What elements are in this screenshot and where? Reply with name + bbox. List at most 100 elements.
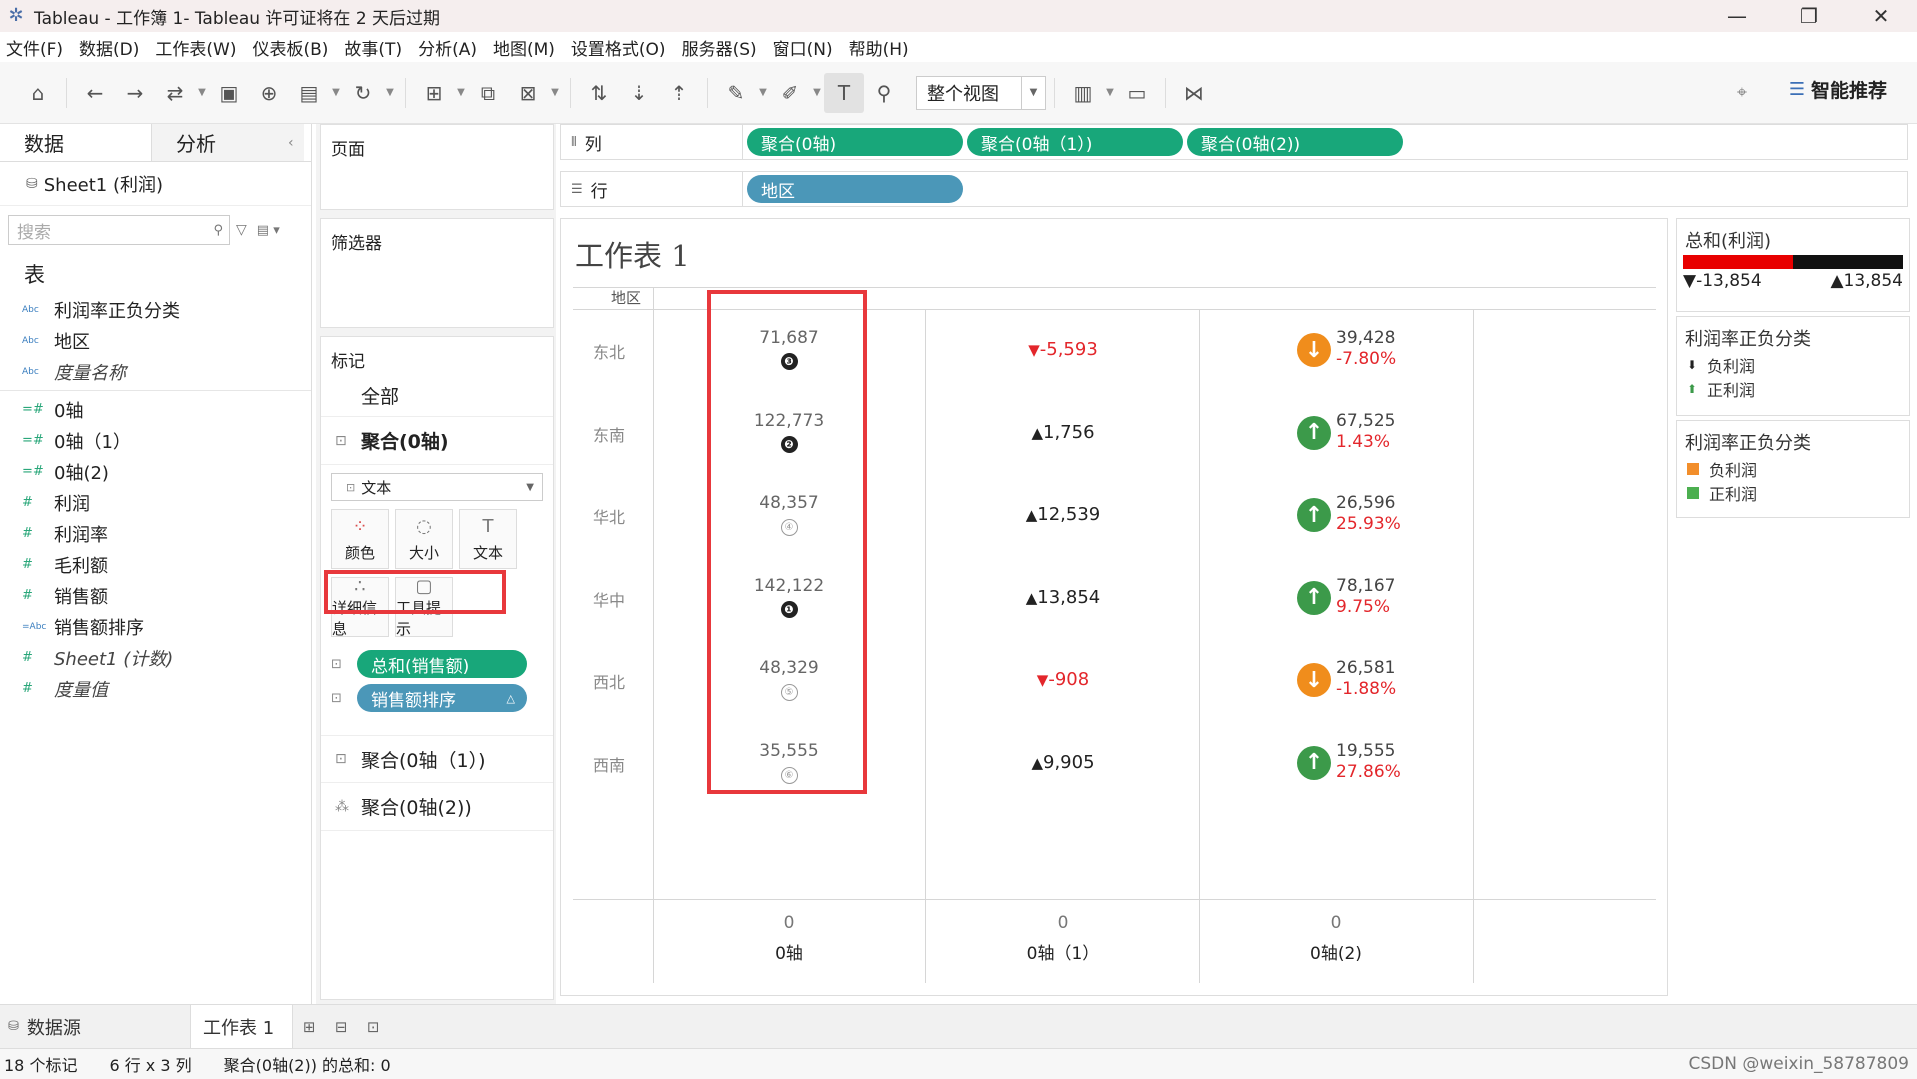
new-sheet-icon[interactable]: ⊞ <box>414 73 454 113</box>
chevron-down-icon[interactable]: ▼ <box>329 87 343 98</box>
highlight-icon[interactable]: ✎ <box>716 73 756 113</box>
shape-legend-item[interactable]: ⬆ 正利润 <box>1677 377 1909 401</box>
chevron-down-icon[interactable]: ▼ <box>454 87 468 98</box>
refresh-icon[interactable]: ↻ <box>343 73 383 113</box>
field-item[interactable]: # 销售额 <box>0 580 311 611</box>
chevron-down-icon[interactable]: ▼ <box>1103 87 1117 98</box>
menu-dashboard[interactable]: 仪表板(B) <box>252 35 328 60</box>
maximize-button[interactable]: ❐ <box>1773 0 1845 32</box>
show-me-button[interactable]: ☰ 智能推荐 <box>1789 76 1887 103</box>
pages-shelf[interactable]: 页面 <box>320 124 554 210</box>
filters-shelf[interactable]: 筛选器 <box>320 218 554 328</box>
new-dashboard-icon[interactable]: ⊟ <box>325 1018 357 1036</box>
new-story-icon[interactable]: ⊡ <box>357 1018 389 1036</box>
tab-data[interactable]: 数据 <box>0 124 152 161</box>
sum-sales-pill[interactable]: 总和(销售额) <box>357 650 527 678</box>
rows-shelf[interactable]: ☰ 行 地区 <box>560 171 1908 207</box>
minimize-button[interactable]: — <box>1701 0 1773 32</box>
chevron-down-icon[interactable]: ▼ <box>756 87 770 98</box>
size-button[interactable]: ◌ 大小 <box>395 509 453 569</box>
menu-server[interactable]: 服务器(S) <box>682 35 757 60</box>
chevron-down-icon[interactable]: ▼ <box>810 87 824 98</box>
share-icon[interactable]: ⋈ <box>1174 73 1214 113</box>
chevron-down-icon[interactable]: ▼ <box>195 87 209 98</box>
redo-icon[interactable]: → <box>115 73 155 113</box>
presentation-icon[interactable]: ▭ <box>1117 73 1157 113</box>
field-item[interactable]: Abc 度量名称 <box>0 356 311 387</box>
undo-icon[interactable]: ← <box>75 73 115 113</box>
color-legend-item[interactable]: 负利润 <box>1677 457 1909 481</box>
datasource-item[interactable]: ⛁ Sheet1 (利润) <box>0 162 311 206</box>
menu-story[interactable]: 故事(T) <box>344 35 402 60</box>
field-item[interactable]: =# 0轴（1） <box>0 425 311 456</box>
menu-window[interactable]: 窗口(N) <box>773 35 833 60</box>
field-item[interactable]: =Abc 销售额排序 <box>0 611 311 642</box>
profit-color-ramp <box>1683 255 1903 269</box>
fit-dropdown[interactable]: 整个视图 ▼ <box>916 75 1046 110</box>
worksheet-title[interactable]: 工作表 1 <box>575 233 690 275</box>
profit-color-legend[interactable]: 总和(利润) ▼-13,854 ▲13,854 <box>1676 218 1910 312</box>
collapse-icon[interactable]: ‹ <box>288 135 296 151</box>
color-button[interactable]: ⁘ 颜色 <box>331 509 389 569</box>
save-icon[interactable]: ▣ <box>209 73 249 113</box>
chevron-down-icon[interactable]: ▼ <box>383 87 397 98</box>
annotate-icon[interactable]: ✐ <box>770 73 810 113</box>
menu-worksheet[interactable]: 工作表(W) <box>155 35 236 60</box>
marks-card-axis2[interactable]: ⁂ 聚合(0轴(2)) <box>321 783 553 831</box>
menu-file[interactable]: 文件(F) <box>6 35 63 60</box>
label-icon[interactable]: T <box>824 72 864 113</box>
label-button[interactable]: T 文本 <box>459 509 517 569</box>
pause-icon[interactable]: ▤ <box>289 73 329 113</box>
filter-icon[interactable]: ▽ <box>236 222 247 238</box>
field-item[interactable]: # Sheet1 (计数) <box>0 642 311 673</box>
field-item[interactable]: Abc 利润率正负分类 <box>0 294 311 325</box>
field-item[interactable]: Abc 地区 <box>0 325 311 356</box>
swap-rows-icon[interactable]: ⇅ <box>579 73 619 113</box>
color-legend-item[interactable]: 正利润 <box>1677 481 1909 505</box>
duplicate-icon[interactable]: ⧉ <box>468 73 508 113</box>
sort-desc-icon[interactable]: ⇡ <box>659 73 699 113</box>
datasource-tab[interactable]: ⛁ 数据源 <box>0 1005 190 1048</box>
field-item[interactable]: =# 0轴 <box>0 394 311 425</box>
clear-icon[interactable]: ⊠ <box>508 73 548 113</box>
field-item[interactable]: # 度量值 <box>0 673 311 704</box>
field-item[interactable]: =# 0轴(2) <box>0 456 311 487</box>
tab-analytics[interactable]: 分析 ‹ <box>152 124 304 161</box>
menu-data[interactable]: 数据(D) <box>79 35 139 60</box>
swap-icon[interactable]: ⇄ <box>155 73 195 113</box>
list-view-icon[interactable]: ▤ ▾ <box>257 223 280 238</box>
sheet-tab-active[interactable]: 工作表 1 <box>190 1005 294 1048</box>
shape-legend-item[interactable]: ⬇ 负利润 <box>1677 353 1909 377</box>
marks-all-tab[interactable]: 全部 <box>321 375 553 417</box>
new-worksheet-icon[interactable]: ⊞ <box>293 1018 325 1036</box>
home-icon[interactable]: ⌂ <box>18 73 58 113</box>
marks-card-axis1[interactable]: ⊡ 聚合(0轴（1）) <box>321 735 553 783</box>
field-item[interactable]: # 利润率 <box>0 518 311 549</box>
menu-analysis[interactable]: 分析(A) <box>418 35 477 60</box>
field-item[interactable]: # 毛利额 <box>0 549 311 580</box>
chevron-down-icon[interactable]: ▼ <box>548 87 562 98</box>
pin-icon[interactable]: ⚲ <box>864 73 904 113</box>
field-search-input[interactable]: 搜索 ⚲ <box>8 215 230 245</box>
color-legend[interactable]: 利润率正负分类 负利润 正利润 <box>1676 420 1910 518</box>
show-me-icon[interactable]: ▥ <box>1063 73 1103 113</box>
mark-type-dropdown[interactable]: ⊡ 文本 ▼ <box>331 473 543 501</box>
show-me-pin-icon[interactable]: ⌖ <box>1737 82 1747 103</box>
column-pill-axis1[interactable]: 聚合(0轴（1）) <box>967 128 1183 156</box>
menu-help[interactable]: 帮助(H) <box>849 35 909 60</box>
sort-asc-icon[interactable]: ⇣ <box>619 73 659 113</box>
close-button[interactable]: ✕ <box>1845 0 1917 32</box>
marks-card-axis0[interactable]: ⊡ 聚合(0轴) <box>321 417 553 465</box>
row-pill-region[interactable]: 地区 <box>747 175 963 203</box>
column-pill-axis0[interactable]: 聚合(0轴) <box>747 128 963 156</box>
new-datasource-icon[interactable]: ⊕ <box>249 73 289 113</box>
shape-legend[interactable]: 利润率正负分类 ⬇ 负利润 ⬆ 正利润 <box>1676 316 1910 416</box>
columns-shelf[interactable]: ⦀ 列 聚合(0轴) 聚合(0轴（1）) 聚合(0轴(2)) <box>560 124 1908 160</box>
menu-map[interactable]: 地图(M) <box>493 35 555 60</box>
menu-format[interactable]: 设置格式(O) <box>571 35 666 60</box>
column-pill-axis2[interactable]: 聚合(0轴(2)) <box>1187 128 1403 156</box>
chevron-down-icon[interactable]: ▼ <box>1021 76 1045 109</box>
field-item[interactable]: # 利润 <box>0 487 311 518</box>
sales-rank-pill[interactable]: 销售额排序 △ <box>357 684 527 712</box>
datasource-name: Sheet1 (利润) <box>43 174 163 196</box>
